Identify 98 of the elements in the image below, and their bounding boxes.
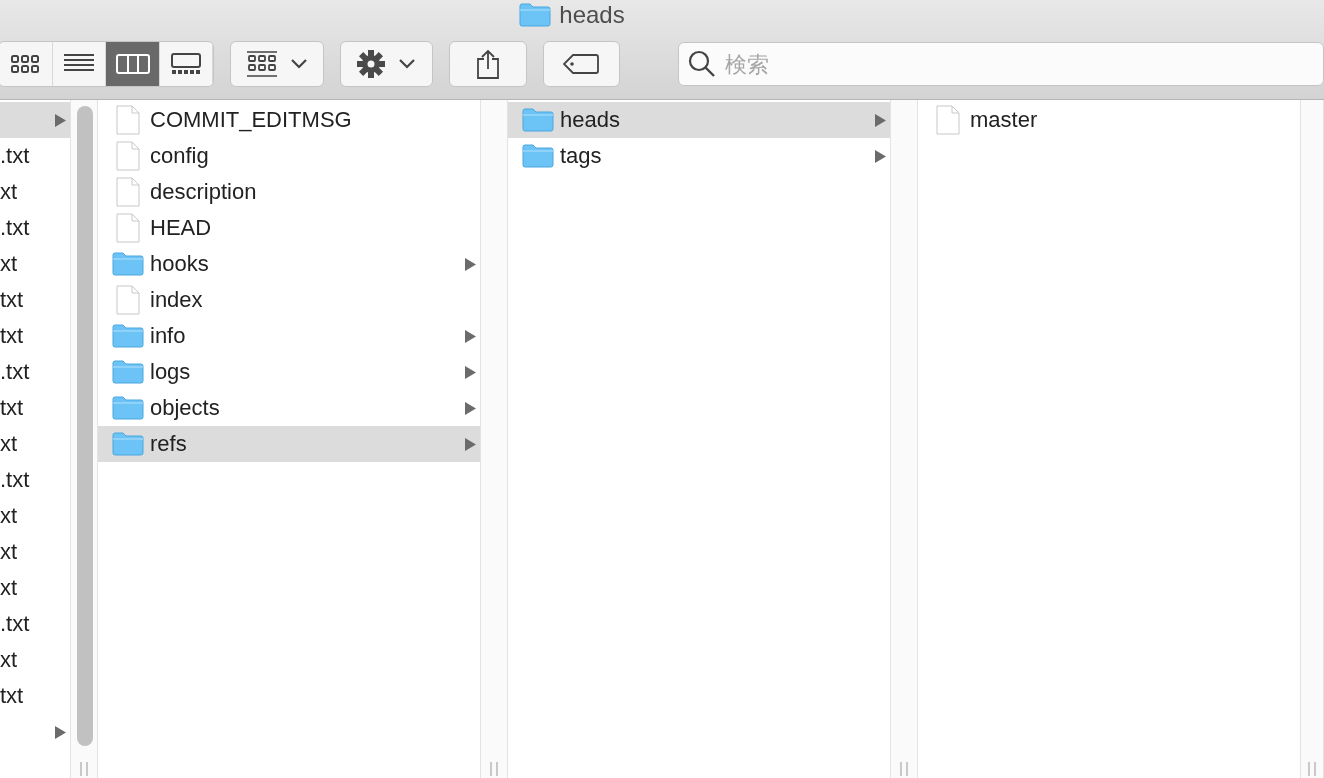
disclosure-arrow-icon [465, 401, 476, 415]
item-name: xt [0, 647, 18, 673]
file-item[interactable]: .txt [0, 210, 70, 246]
file-item[interactable]: xt [0, 174, 70, 210]
file-item[interactable]: config [98, 138, 480, 174]
item-name: xt [0, 251, 18, 277]
folder-item[interactable]: hooks [98, 246, 480, 282]
folder-icon [112, 360, 144, 384]
file-item[interactable]: COMMIT_EDITMSG [98, 102, 480, 138]
item-name: index [150, 287, 204, 313]
disclosure-arrow-icon [465, 257, 476, 271]
file-item[interactable]: xt [0, 534, 70, 570]
resize-handle-icon[interactable] [899, 762, 909, 776]
item-name: HEAD [150, 215, 213, 241]
folder-item[interactable] [0, 102, 70, 138]
file-item[interactable]: .txt [0, 138, 70, 174]
disclosure-arrow-icon [465, 365, 476, 379]
item-name: info [150, 323, 187, 349]
item-name: hooks [150, 251, 210, 277]
item-name: txt [0, 323, 24, 349]
file-item[interactable]: .txt [0, 606, 70, 642]
item-name: COMMIT_EDITMSG [150, 107, 353, 133]
item-name: .txt [0, 359, 30, 385]
disclosure-arrow-icon [465, 329, 476, 343]
item-name: xt [0, 503, 18, 529]
item-name: .txt [0, 611, 30, 637]
folder-item[interactable]: refs [98, 426, 480, 462]
file-item[interactable]: index [98, 282, 480, 318]
columns-icon [115, 53, 150, 75]
file-item[interactable]: xt [0, 642, 70, 678]
icon-grid-icon [247, 51, 278, 77]
item-name: tags [560, 143, 603, 169]
file-item[interactable]: description [98, 174, 480, 210]
file-item[interactable]: .txt [0, 354, 70, 390]
folder-icon [112, 396, 144, 420]
item-name: txt [0, 683, 24, 709]
folder-item[interactable]: info [98, 318, 480, 354]
chevron-down-icon [399, 59, 416, 69]
folder-item[interactable]: tags [508, 138, 890, 174]
item-name: heads [560, 107, 621, 133]
search-field[interactable]: 検索 [678, 42, 1324, 86]
folder-item[interactable]: logs [98, 354, 480, 390]
resize-handle-icon[interactable] [489, 762, 499, 776]
window-title: heads [559, 1, 625, 29]
item-name: .txt [0, 467, 30, 493]
file-item[interactable]: master [918, 102, 1300, 138]
item-name: xt [0, 179, 18, 205]
resize-handle-icon[interactable] [1307, 762, 1317, 776]
file-item[interactable]: xt [0, 426, 70, 462]
item-name: .txt [0, 143, 30, 169]
share-button[interactable] [449, 41, 527, 87]
item-name: master [970, 107, 1039, 133]
folder-icon [519, 3, 552, 27]
file-item[interactable]: .txt [0, 462, 70, 498]
share-icon [475, 49, 500, 79]
disclosure-arrow-icon [55, 725, 66, 739]
file-item[interactable]: HEAD [98, 210, 480, 246]
folder-icon [112, 432, 144, 456]
folder-item[interactable]: objects [98, 390, 480, 426]
disclosure-arrow-icon [465, 437, 476, 451]
tag-icon [563, 54, 600, 74]
view-mode-button[interactable] [106, 42, 160, 86]
item-name: xt [0, 539, 18, 565]
icon-grid-icon [10, 53, 41, 75]
item-name: txt [0, 395, 24, 421]
folder-icon [522, 144, 554, 168]
disclosure-arrow-icon [875, 149, 886, 163]
folder-icon [522, 108, 554, 132]
gallery-icon [171, 53, 202, 75]
resize-handle-icon[interactable] [79, 762, 89, 776]
file-item[interactable]: txt [0, 318, 70, 354]
file-item[interactable]: txt [0, 390, 70, 426]
action-button[interactable] [339, 41, 434, 87]
folder-icon [112, 252, 144, 276]
scrollbar-thumb[interactable] [77, 106, 93, 746]
item-name: xt [0, 431, 18, 457]
chevron-down-icon [291, 59, 308, 69]
item-name: config [150, 143, 210, 169]
arrange-button[interactable] [230, 41, 324, 87]
item-name: refs [150, 431, 188, 457]
item-name: .txt [0, 215, 30, 241]
item-name: txt [0, 287, 24, 313]
disclosure-arrow-icon [55, 113, 66, 127]
folder-item[interactable]: heads [508, 102, 890, 138]
search-icon [688, 50, 716, 78]
item-name: description [150, 179, 258, 205]
disclosure-arrow-icon [875, 113, 886, 127]
item-name: xt [0, 575, 18, 601]
tag-button[interactable] [542, 41, 620, 87]
file-item[interactable]: xt [0, 570, 70, 606]
file-item[interactable]: txt [0, 678, 70, 714]
file-item[interactable]: xt [0, 246, 70, 282]
item-name: logs [150, 359, 192, 385]
file-item[interactable]: xt [0, 498, 70, 534]
settings-icon [357, 50, 386, 78]
item-name: objects [150, 395, 221, 421]
folder-icon [112, 324, 144, 348]
file-item[interactable]: txt [0, 282, 70, 318]
